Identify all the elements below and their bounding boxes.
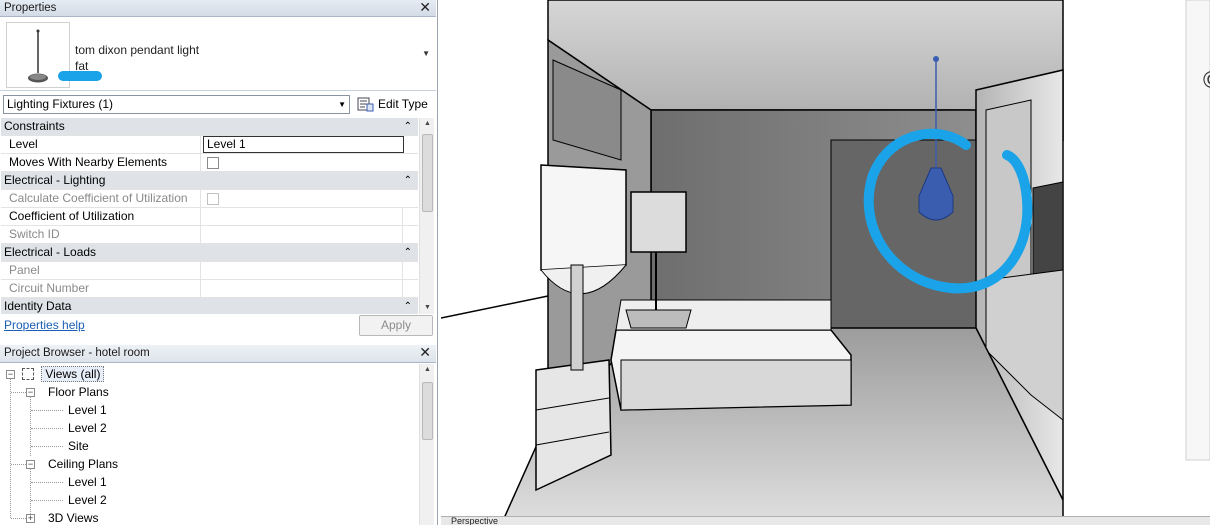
project-browser-title: Project Browser - hotel room xyxy=(4,347,150,359)
properties-title: Properties xyxy=(4,2,57,14)
close-icon[interactable]: ✕ xyxy=(419,345,431,360)
tree-item-3d-views[interactable]: 3D Views xyxy=(48,509,98,525)
param-label: Level xyxy=(1,136,201,153)
group-label: Electrical - Lighting xyxy=(4,173,106,187)
tree-guide-line xyxy=(30,468,31,518)
param-label: Calculate Coefficient of Utilization xyxy=(1,190,201,207)
switch-id-field[interactable] xyxy=(203,226,403,243)
param-label: Panel xyxy=(1,262,201,279)
tree-item-ceiling-plan-level-2[interactable]: Level 2 xyxy=(68,491,107,509)
collapse-toggle-icon[interactable]: − xyxy=(26,388,35,397)
group-label: Identity Data xyxy=(4,299,72,313)
group-electrical-loads[interactable]: Electrical - Loads ⌃ xyxy=(1,244,418,262)
chevron-down-icon[interactable]: ▼ xyxy=(422,49,430,58)
edit-type-icon xyxy=(357,97,374,111)
type-family-name: tom dixon pendant light xyxy=(75,43,200,57)
project-browser-scrollbar[interactable]: ▲ xyxy=(419,364,434,525)
group-label: Electrical - Loads xyxy=(4,245,97,259)
param-label: Moves With Nearby Elements xyxy=(1,154,201,171)
collapse-chevron-icon[interactable]: ⌃ xyxy=(404,244,412,261)
expand-toggle-icon[interactable]: + xyxy=(26,514,35,523)
type-selector[interactable]: tom dixon pendant light fat ▼ xyxy=(0,18,436,91)
moves-with-elements-checkbox[interactable] xyxy=(207,157,219,169)
perspective-viewport[interactable]: © xyxy=(441,0,1210,525)
group-label: Constraints xyxy=(4,119,65,133)
param-row-level: Level Level 1 xyxy=(1,136,418,154)
collapse-toggle-icon[interactable]: − xyxy=(6,370,15,379)
tree-item-floor-plan-site[interactable]: Site xyxy=(68,437,89,455)
chevron-down-icon: ▼ xyxy=(338,100,346,109)
tree-item-floor-plan-level-1[interactable]: Level 1 xyxy=(68,401,107,419)
highlight-scribble xyxy=(58,71,102,81)
viewcube-fragment: © xyxy=(1203,67,1210,94)
tree-item-views-all[interactable]: Views (all) xyxy=(20,365,105,383)
view-type-label: Perspective xyxy=(451,516,499,525)
group-electrical-lighting[interactable]: Electrical - Lighting ⌃ xyxy=(1,172,418,190)
tree-guide-line xyxy=(11,518,26,519)
group-constraints[interactable]: Constraints ⌃ xyxy=(1,118,418,136)
circuit-field xyxy=(203,280,403,297)
collapse-toggle-icon[interactable]: − xyxy=(26,460,35,469)
edit-type-label: Edit Type xyxy=(378,97,428,111)
panel-field xyxy=(203,262,403,279)
properties-scrollbar[interactable]: ▲ ▼ xyxy=(419,118,434,314)
tree-guide-line xyxy=(31,446,63,447)
tree-guide-line xyxy=(31,410,63,411)
param-label: Coefficient of Utilization xyxy=(1,208,201,225)
scroll-thumb[interactable] xyxy=(422,382,433,440)
properties-title-bar: Properties ✕ xyxy=(0,0,436,17)
instance-filter-label: Lighting Fixtures (1) xyxy=(7,97,114,111)
apply-button[interactable]: Apply xyxy=(359,315,433,336)
pendant-canopy xyxy=(933,56,939,62)
collapse-chevron-icon[interactable]: ⌃ xyxy=(404,172,412,189)
scroll-down-icon[interactable]: ▼ xyxy=(420,302,435,314)
views-icon xyxy=(22,368,34,380)
edit-type-button[interactable]: Edit Type xyxy=(357,95,428,113)
tree-guide-line xyxy=(31,500,63,501)
param-row-panel: Panel xyxy=(1,262,418,280)
left-dock: Properties ✕ tom dixon pendant light fat… xyxy=(0,0,438,525)
param-row-moves: Moves With Nearby Elements xyxy=(1,154,418,172)
scroll-up-icon[interactable]: ▲ xyxy=(420,364,435,376)
tree-item-label: Views (all) xyxy=(41,366,105,382)
room-render: © xyxy=(441,0,1210,525)
instance-filter-dropdown[interactable]: Lighting Fixtures (1) ▼ xyxy=(3,95,350,114)
tree-guide-line xyxy=(11,392,26,393)
tree-guide-line xyxy=(31,482,63,483)
tree-item-floor-plan-level-2[interactable]: Level 2 xyxy=(68,419,107,437)
param-row-calc-cu: Calculate Coefficient of Utilization xyxy=(1,190,418,208)
cu-field[interactable] xyxy=(203,208,403,225)
tree-guide-line xyxy=(30,396,31,456)
tree-guide-line xyxy=(11,464,26,465)
level-field[interactable]: Level 1 xyxy=(203,136,404,153)
param-row-cu: Coefficient of Utilization xyxy=(1,208,418,226)
param-label: Switch ID xyxy=(1,226,201,243)
scroll-thumb[interactable] xyxy=(422,134,433,212)
project-browser-tree: − Views (all) − Floor Plans Level 1 Leve… xyxy=(0,364,418,525)
view-control-bar: Perspective xyxy=(441,516,1210,525)
project-browser-title-bar: Project Browser - hotel room ✕ xyxy=(0,345,436,363)
collapse-chevron-icon[interactable]: ⌃ xyxy=(404,118,412,135)
properties-grid: Constraints ⌃ Level Level 1 Moves With N… xyxy=(1,118,418,314)
tree-guide-line xyxy=(10,378,11,518)
param-row-circuit: Circuit Number xyxy=(1,280,418,298)
tree-item-ceiling-plans[interactable]: Ceiling Plans xyxy=(48,455,118,473)
calc-cu-checkbox xyxy=(207,193,219,205)
scroll-up-icon[interactable]: ▲ xyxy=(420,118,435,130)
param-row-switch: Switch ID xyxy=(1,226,418,244)
collapse-chevron-icon[interactable]: ⌃ xyxy=(404,298,412,314)
tree-item-floor-plans[interactable]: Floor Plans xyxy=(48,383,109,401)
close-icon[interactable]: ✕ xyxy=(419,0,431,15)
param-label: Circuit Number xyxy=(1,280,201,297)
tree-guide-line xyxy=(31,428,63,429)
properties-help-link[interactable]: Properties help xyxy=(4,318,85,332)
tree-item-ceiling-plan-level-1[interactable]: Level 1 xyxy=(68,473,107,491)
group-identity-data[interactable]: Identity Data ⌃ xyxy=(1,298,418,314)
